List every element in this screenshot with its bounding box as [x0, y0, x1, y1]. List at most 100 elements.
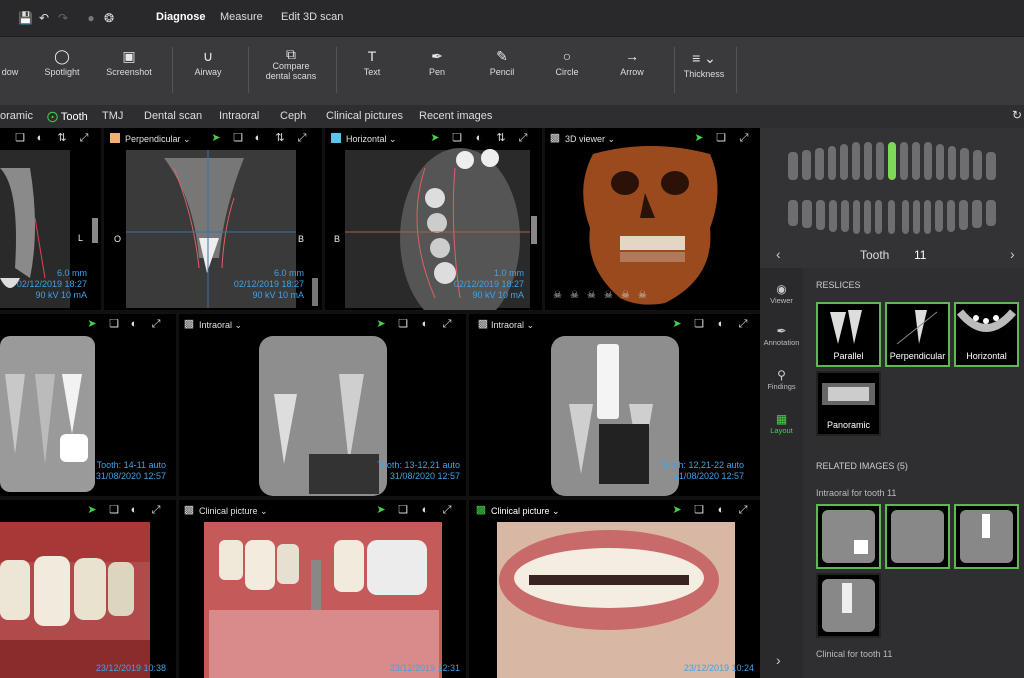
crosshair-icon[interactable]: ❏ [397, 504, 409, 516]
viewport-perpendicular[interactable]: Perpendicular ⌄ ➤ ❏ ◐ ⇅ ⤢ O B 6.0 mm 02/… [104, 128, 322, 310]
reslice-parallel[interactable]: Parallel [816, 302, 881, 367]
expand-icon[interactable]: ⤢ [517, 132, 529, 144]
collapse-icon[interactable]: › [776, 652, 781, 668]
flip-icon[interactable]: ⇅ [56, 132, 68, 144]
viewport-clinical-2[interactable]: ▩ Clinical picture ⌄ ➤ ❏ ◐ ⤢ 23/12/2019 … [179, 500, 466, 678]
crosshair-icon[interactable]: ❏ [693, 504, 705, 516]
redo-icon[interactable]: ↷ [56, 11, 70, 25]
expand-icon[interactable]: ⤢ [78, 132, 90, 144]
viewport-title[interactable]: Clinical picture ⌄ [491, 506, 560, 517]
sidebar-viewer[interactable]: ◉ Viewer [760, 282, 803, 305]
cursor-icon[interactable]: ➤ [86, 504, 98, 516]
expand-icon[interactable]: ⤢ [441, 504, 453, 516]
viewport-title[interactable]: Horizontal ⌄ [346, 134, 397, 145]
expand-icon[interactable]: ⤢ [441, 318, 453, 330]
tool-airway[interactable]: ∪ Airway [188, 45, 228, 77]
viewport-title[interactable]: Intraoral ⌄ [199, 320, 242, 331]
cursor-icon[interactable]: ➤ [429, 132, 441, 144]
flip-icon[interactable]: ⇅ [495, 132, 507, 144]
menu-measure[interactable]: Measure [220, 11, 263, 23]
tool-thickness[interactable]: ≡ ⌄ Thickness [682, 47, 726, 79]
sidebar-annotation[interactable]: ✒ Annotation [760, 324, 803, 347]
viewport-intraoral-2[interactable]: ▩ Intraoral ⌄ ➤ ❏ ◐ ⤢ Tooth: 13-12,21 au… [179, 314, 466, 496]
contrast-icon[interactable]: ◐ [715, 504, 727, 516]
cursor-icon[interactable]: ➤ [375, 504, 387, 516]
viewport-3d[interactable]: ▩ 3D viewer ⌄ ➤ ❏ ⤢ ☠☠☠☠☠☠ [545, 128, 760, 310]
settings-icon[interactable]: ❂ [102, 11, 116, 25]
expand-icon[interactable]: ⤢ [737, 318, 749, 330]
tool-text[interactable]: T Text [356, 45, 388, 77]
related-intraoral-4[interactable] [816, 573, 881, 638]
tab-dental-scan[interactable]: Dental scan [144, 110, 202, 122]
expand-icon[interactable]: ⤢ [296, 132, 308, 144]
cursor-icon[interactable]: ➤ [86, 318, 98, 330]
tool-pen[interactable]: ✒ Pen [422, 45, 452, 77]
tool-compare-dental-scans[interactable]: ⧉ Compare dental scans [262, 43, 320, 81]
contrast-icon[interactable]: ◐ [473, 132, 485, 144]
related-intraoral-3[interactable] [954, 504, 1019, 569]
sidebar-findings[interactable]: ⚲ Findings [760, 368, 803, 391]
view-presets[interactable]: ☠☠☠☠☠☠ [553, 290, 655, 301]
tab-tmj[interactable]: TMJ [102, 110, 123, 122]
flip-icon[interactable]: ⇅ [274, 132, 286, 144]
related-intraoral-2[interactable] [885, 504, 950, 569]
viewport-intraoral-3[interactable]: ▩ Intraoral ⌄ ➤ ❏ ◐ ⤢ Tooth: 12,21-22 au… [469, 314, 760, 496]
sidebar-layout[interactable]: ▦ Layout [760, 412, 803, 435]
contrast-icon[interactable]: ◐ [715, 318, 727, 330]
reslice-horizontal[interactable]: Horizontal [954, 302, 1019, 367]
contrast-icon[interactable]: ◐ [128, 318, 140, 330]
cursor-icon[interactable]: ➤ [210, 132, 222, 144]
viewport-intraoral-1[interactable]: ➤ ❏ ◐ ⤢ Tooth: 14-11 auto 31/08/2020 12:… [0, 314, 176, 496]
cursor-icon[interactable]: ➤ [375, 318, 387, 330]
tab-intraoral[interactable]: Intraoral [219, 110, 259, 122]
cursor-icon[interactable]: ➤ [671, 504, 683, 516]
viewport-title[interactable]: Perpendicular ⌄ [125, 134, 191, 145]
crosshair-icon[interactable]: ❏ [693, 318, 705, 330]
tab-panoramic[interactable]: oramic [0, 110, 33, 122]
tool-circle[interactable]: ○ Circle [550, 45, 584, 77]
crosshair-icon[interactable]: ❏ [108, 318, 120, 330]
tool-arrow[interactable]: → Arrow [614, 45, 650, 77]
refresh-icon[interactable]: ↻ [1012, 108, 1022, 122]
crosshair-icon[interactable]: ❏ [108, 504, 120, 516]
viewport-title[interactable]: 3D viewer ⌄ [565, 134, 615, 145]
viewport-title[interactable]: Clinical picture ⌄ [199, 506, 268, 517]
save-icon[interactable]: 💾 [18, 11, 33, 25]
expand-icon[interactable]: ⤢ [150, 318, 162, 330]
reslice-panoramic[interactable]: Panoramic [816, 371, 881, 436]
viewport-parallel[interactable]: ❏ ◐ ⇅ ⤢ L 6.0 mm 02/12/2019 18:27 90 kV … [0, 128, 101, 310]
prev-tooth-icon[interactable]: ‹ [776, 246, 781, 262]
crosshair-icon[interactable]: ❏ [715, 132, 727, 144]
menu-edit-3d-scan[interactable]: Edit 3D scan [281, 11, 343, 23]
contrast-icon[interactable]: ◐ [419, 318, 431, 330]
cursor-icon[interactable]: ➤ [693, 132, 705, 144]
cursor-icon[interactable]: ➤ [671, 318, 683, 330]
tool-window[interactable]: dow [0, 67, 20, 77]
reslice-perpendicular[interactable]: Perpendicular [885, 302, 950, 367]
tool-spotlight[interactable]: ◯ Spotlight [38, 45, 86, 77]
tool-screenshot[interactable]: ▣ Screenshot [101, 45, 157, 77]
contrast-icon[interactable]: ◐ [128, 504, 140, 516]
contrast-icon[interactable]: ◐ [34, 132, 46, 144]
crosshair-icon[interactable]: ❏ [232, 132, 244, 144]
tooth-chart[interactable]: ‹ Tooth 11 › [760, 128, 1024, 268]
tab-tooth[interactable]: ⨀ Tooth [47, 110, 88, 123]
contrast-icon[interactable]: ◐ [252, 132, 264, 144]
tab-ceph[interactable]: Ceph [280, 110, 306, 122]
crosshair-icon[interactable]: ❏ [397, 318, 409, 330]
next-tooth-icon[interactable]: › [1010, 246, 1015, 262]
viewport-horizontal[interactable]: Horizontal ⌄ ➤ ❏ ◐ ⇅ ⤢ B 1.0 mm 02/12/20… [325, 128, 542, 310]
contrast-icon[interactable]: ◐ [419, 504, 431, 516]
undo-icon[interactable]: ↶ [37, 11, 51, 25]
menu-diagnose[interactable]: Diagnose [156, 11, 206, 23]
related-intraoral-1[interactable] [816, 504, 881, 569]
crosshair-icon[interactable]: ❏ [14, 132, 26, 144]
expand-icon[interactable]: ⤢ [150, 504, 162, 516]
tab-clinical-pictures[interactable]: Clinical pictures [326, 110, 403, 122]
viewport-clinical-1[interactable]: ➤ ❏ ◐ ⤢ 23/12/2019 10:38 [0, 500, 176, 678]
record-icon[interactable]: ● [84, 11, 98, 25]
viewport-title[interactable]: Intraoral ⌄ [491, 320, 534, 331]
expand-icon[interactable]: ⤢ [738, 132, 750, 144]
viewport-clinical-3[interactable]: ▩ Clinical picture ⌄ ➤ ❏ ◐ ⤢ 23/12/2019 … [469, 500, 760, 678]
expand-icon[interactable]: ⤢ [737, 504, 749, 516]
